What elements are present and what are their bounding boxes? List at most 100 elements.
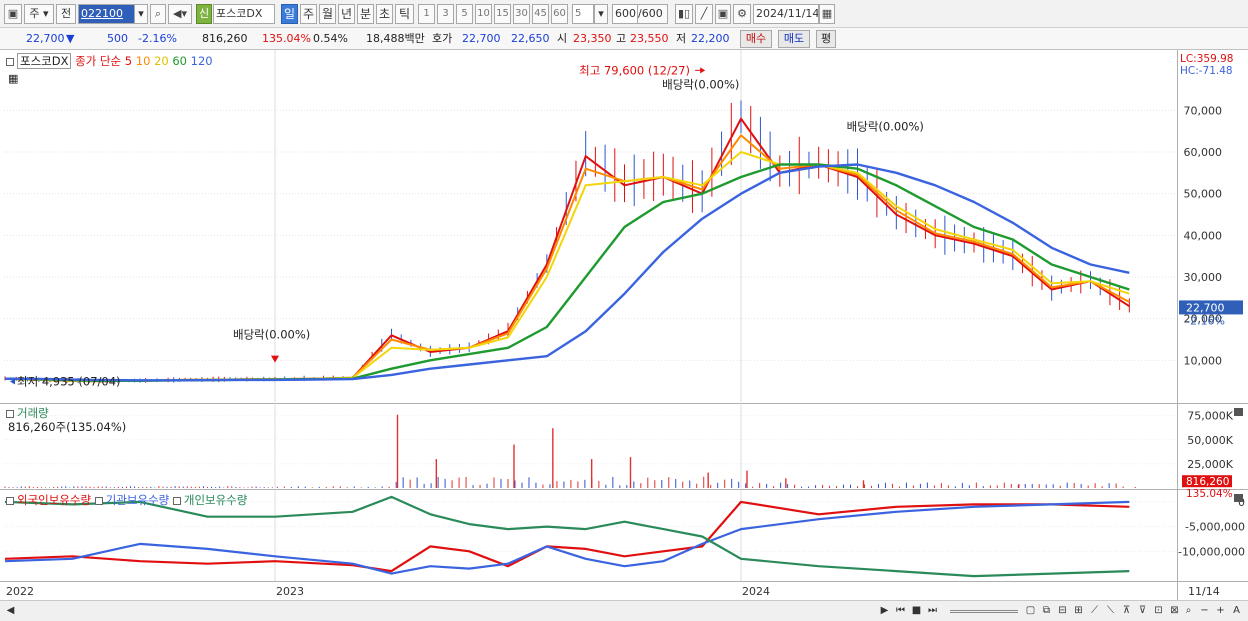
count-total: /600 bbox=[638, 4, 668, 24]
zoom-icon[interactable]: ⌕ bbox=[1182, 604, 1195, 618]
ma60-label: 60 bbox=[172, 54, 187, 68]
tool-icon[interactable]: ⊼ bbox=[1120, 604, 1133, 618]
individual-checkbox[interactable] bbox=[172, 496, 181, 505]
layout-icon[interactable]: ▣ bbox=[4, 4, 22, 24]
open-price: 23,350 bbox=[573, 32, 612, 45]
date-input[interactable]: 2024/11/14 bbox=[753, 4, 819, 24]
hc-value: HC:-71.48 bbox=[1180, 65, 1233, 77]
x-axis-label: 2022 bbox=[6, 585, 34, 598]
period-week-tab[interactable]: 주 bbox=[300, 4, 317, 24]
prev-button[interactable]: 전 bbox=[56, 4, 76, 24]
volume-legend-checkbox[interactable] bbox=[6, 409, 14, 418]
tool-icon[interactable]: ⊽ bbox=[1136, 604, 1149, 618]
volume-tick-label: 25,000K bbox=[1187, 458, 1233, 471]
low-price: 22,200 bbox=[691, 32, 730, 45]
volume-value: 816,260 bbox=[202, 32, 248, 45]
ma20-label: 20 bbox=[154, 54, 169, 68]
zoom-in-icon[interactable]: + bbox=[1214, 604, 1227, 618]
scroll-right-icon[interactable]: ▶ bbox=[878, 604, 891, 618]
zoom-out-icon[interactable]: − bbox=[1198, 604, 1211, 618]
stock-code-input[interactable]: 022100 bbox=[78, 4, 136, 24]
holding-legend-checkbox[interactable] bbox=[6, 496, 14, 505]
tool-icon[interactable]: ⊠ bbox=[1168, 604, 1181, 618]
x-axis-label: 2023 bbox=[276, 585, 304, 598]
price-tick-label: 40,000 bbox=[1184, 229, 1223, 242]
price-legend: 포스코DX 종가 단순 5 10 20 60 120 bbox=[6, 53, 213, 69]
scroll-left-icon[interactable]: ◀ bbox=[4, 604, 17, 618]
volume-title: 거래량 bbox=[17, 406, 49, 420]
bid-label: 호가 bbox=[432, 32, 453, 45]
holding-tick-label: -5,000,000 bbox=[1185, 521, 1245, 534]
low-annotation: 최저 4,935 (07/04) bbox=[17, 374, 121, 388]
price-legend-checkbox[interactable] bbox=[6, 57, 14, 66]
institution-holding-label: 기관보유수량 bbox=[105, 493, 170, 507]
period-tick-tab[interactable]: 틱 bbox=[395, 4, 414, 24]
period-month-tab[interactable]: 월 bbox=[319, 4, 336, 24]
stop-icon[interactable]: ■ bbox=[910, 604, 923, 618]
x-axis-label: 2024 bbox=[742, 585, 770, 598]
panel-close-icon bbox=[1234, 408, 1243, 416]
rewind-icon[interactable]: ⏮ bbox=[894, 604, 907, 618]
grid-table-icon[interactable]: ▦ bbox=[8, 72, 18, 85]
tool-icon[interactable]: ⊞ bbox=[1072, 604, 1085, 618]
interval-30-button[interactable]: 30 bbox=[513, 4, 530, 24]
stock-chart[interactable]: 10,00020,00030,00040,00050,00060,00070,0… bbox=[0, 50, 1248, 600]
price-tick-label: 50,000 bbox=[1184, 188, 1223, 201]
x-axis-date-label: 11/14 bbox=[1188, 585, 1220, 598]
price-pct-label: -2.16% bbox=[1186, 314, 1225, 327]
tool-icon[interactable]: ⊡ bbox=[1152, 604, 1165, 618]
open-label: 시 bbox=[557, 32, 568, 45]
tool-icon[interactable]: ⧉ bbox=[1040, 604, 1053, 618]
ma-title: 종가 단순 bbox=[75, 54, 122, 68]
interval-60-button[interactable]: 60 bbox=[551, 4, 568, 24]
tool-icon[interactable]: ▢ bbox=[1024, 604, 1037, 618]
tool-icon[interactable]: ⟍ bbox=[1104, 604, 1117, 618]
period-year-tab[interactable]: 년 bbox=[338, 4, 355, 24]
price-tick-label: 70,000 bbox=[1184, 104, 1223, 117]
period-second-tab[interactable]: 초 bbox=[376, 4, 393, 24]
volume-tick-label: 75,000K bbox=[1187, 410, 1233, 423]
interval-45-button[interactable]: 45 bbox=[532, 4, 549, 24]
dividend-annotation: 배당락(0.00%) bbox=[847, 119, 924, 133]
font-size-icon[interactable]: A bbox=[1230, 604, 1243, 618]
price-tick-label: 10,000 bbox=[1184, 354, 1223, 367]
institution-checkbox[interactable] bbox=[94, 496, 103, 505]
low-label: 저 bbox=[676, 32, 687, 45]
calendar-icon[interactable]: ▦ bbox=[819, 4, 835, 24]
draw-tool-icon[interactable]: ╱ bbox=[695, 4, 713, 24]
foreign-holding-label: 외국인보유수량 bbox=[17, 493, 92, 507]
price-tick-label: 60,000 bbox=[1184, 146, 1223, 159]
period-day-tab[interactable]: 일 bbox=[281, 4, 298, 24]
count-input[interactable]: 600 bbox=[612, 4, 638, 24]
ma120-label: 120 bbox=[190, 54, 213, 68]
save-icon[interactable]: ▣ bbox=[715, 4, 731, 24]
interval-10-button[interactable]: 10 bbox=[475, 4, 492, 24]
high-label: 고 bbox=[616, 32, 627, 45]
speaker-icon[interactable]: ◀▾ bbox=[168, 4, 192, 24]
stock-name-field[interactable]: 포스코DX bbox=[213, 4, 275, 24]
interval-15-button[interactable]: 15 bbox=[494, 4, 511, 24]
dividend-annotation: 배당락(0.00%) bbox=[233, 328, 310, 342]
bid-price: 22,650 bbox=[511, 32, 550, 45]
search-icon[interactable]: ⌕ bbox=[150, 4, 166, 24]
interval-dropdown-icon[interactable]: ▾ bbox=[594, 4, 608, 24]
interval-input[interactable]: 5 bbox=[572, 4, 594, 24]
sell-button[interactable]: 매도 bbox=[778, 30, 810, 48]
zoom-slider[interactable] bbox=[950, 610, 1018, 613]
interval-3-button[interactable]: 3 bbox=[437, 4, 454, 24]
buy-button[interactable]: 매수 bbox=[740, 30, 772, 48]
interval-1-button[interactable]: 1 bbox=[418, 4, 435, 24]
ma10-label: 10 bbox=[135, 54, 151, 68]
chart-type-icon[interactable]: ▮▯ bbox=[675, 4, 693, 24]
gear-icon[interactable]: ⚙ bbox=[733, 4, 751, 24]
volume-pct-label: 135.04% bbox=[1186, 488, 1233, 500]
code-dropdown-icon[interactable]: ▾ bbox=[134, 4, 148, 24]
mode-select[interactable]: 주 ▾ bbox=[24, 4, 54, 24]
interval-5-button[interactable]: 5 bbox=[456, 4, 473, 24]
tool-icon[interactable]: ⊟ bbox=[1056, 604, 1069, 618]
tool-icon[interactable]: ⟋ bbox=[1088, 604, 1101, 618]
eval-button[interactable]: 평 bbox=[816, 30, 836, 48]
forward-icon[interactable]: ⏭ bbox=[926, 604, 939, 618]
period-minute-tab[interactable]: 분 bbox=[357, 4, 374, 24]
new-stock-badge: 신 bbox=[196, 4, 212, 24]
